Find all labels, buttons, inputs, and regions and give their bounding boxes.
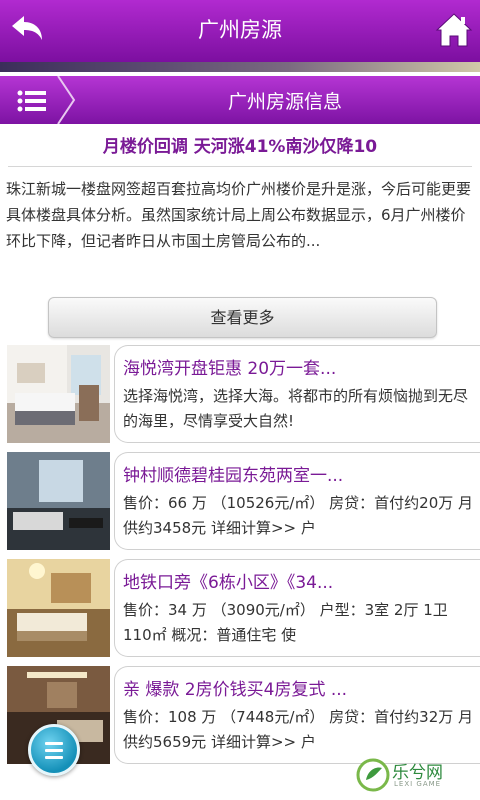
listing-description: 售价：34 万 （3090元/㎡） 户型：3室 2厅 1卫 110㎡ 概况：普通…	[123, 601, 468, 644]
listing-photo	[7, 452, 110, 550]
divider	[8, 166, 472, 167]
view-more-button[interactable]: 查看更多	[48, 297, 437, 338]
listing-title: 地铁口旁《6栋小区》《34...	[123, 573, 334, 593]
listing-photo	[7, 345, 110, 443]
listing-content: 亲 爆款 2房价钱买4房复式 ... 售价：108 万 （7448元/㎡） 房贷…	[114, 666, 480, 764]
watermark-logo: 乐兮网 LEXI GAME	[356, 752, 474, 796]
home-icon	[435, 13, 473, 47]
banner-image[interactable]	[0, 62, 480, 72]
floating-menu-button[interactable]	[28, 724, 80, 776]
listing-content: 海悦湾开盘钜惠 20万一套... 选择海悦湾，选择大海。将都市的所有烦恼抛到无尽…	[114, 345, 480, 443]
floating-menu-icon	[45, 742, 63, 763]
news-headline[interactable]: 月楼价回调 天河涨41%南沙仅降10	[0, 132, 480, 157]
listing-description: 选择海悦湾，选择大海。将都市的所有烦恼抛到无尽的海里，尽情享受大自然!	[123, 387, 469, 430]
listing-item[interactable]: 海悦湾开盘钜惠 20万一套... 选择海悦湾，选择大海。将都市的所有烦恼抛到无尽…	[0, 345, 480, 445]
listing-description: 售价：66 万 （10526元/㎡） 房贷：首付约20万 月供约3458元 详细…	[123, 494, 474, 537]
listing-photo	[7, 559, 110, 657]
news-summary: 珠江新城一楼盘网签超百套拉高均价广州楼价是升是涨，今后可能更要具体楼盘具体分析。…	[6, 180, 472, 250]
lexi-logo-icon	[356, 758, 390, 792]
listing-title: 海悦湾开盘钜惠 20万一套...	[123, 359, 337, 379]
chevron-divider-icon	[57, 76, 76, 124]
watermark-subtext: LEXI GAME	[394, 780, 442, 788]
listing-title: 钟村顺德碧桂园东苑两室一...	[123, 466, 344, 486]
listing-title: 亲 爆款 2房价钱买4房复式 ...	[123, 680, 348, 700]
home-button[interactable]	[434, 10, 474, 50]
section-header: 广州房源信息	[0, 76, 480, 124]
listing-description: 售价：108 万 （7448元/㎡） 房贷：首付约32万 月供约5659元 详细…	[123, 708, 474, 751]
app-title: 广州房源	[198, 18, 282, 42]
listing-content: 地铁口旁《6栋小区》《34... 售价：34 万 （3090元/㎡） 户型：3室…	[114, 559, 480, 657]
section-title: 广州房源信息	[227, 91, 342, 113]
listing-item[interactable]: 钟村顺德碧桂园东苑两室一... 售价：66 万 （10526元/㎡） 房贷：首付…	[0, 452, 480, 552]
listing-content: 钟村顺德碧桂园东苑两室一... 售价：66 万 （10526元/㎡） 房贷：首付…	[114, 452, 480, 550]
top-app-bar: 广州房源	[0, 0, 480, 62]
listing-item[interactable]: 地铁口旁《6栋小区》《34... 售价：34 万 （3090元/㎡） 户型：3室…	[0, 559, 480, 659]
